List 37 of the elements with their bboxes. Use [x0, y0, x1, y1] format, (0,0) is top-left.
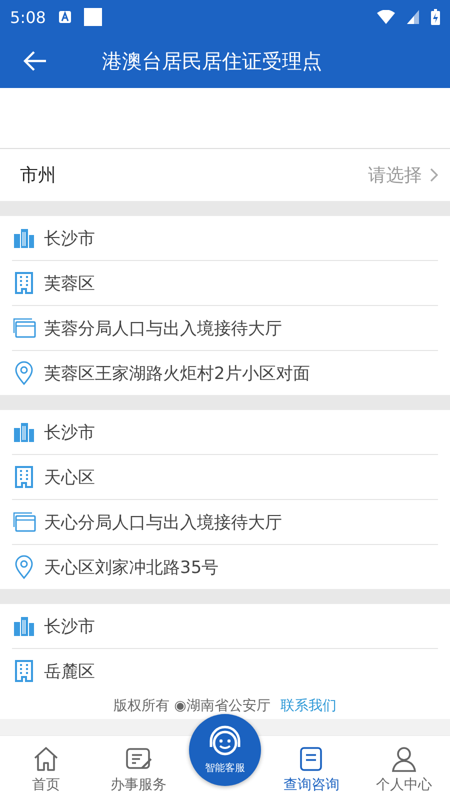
location-info-text: 天心区 [44, 466, 95, 488]
smart-service-button[interactable]: 智能客服 [189, 714, 262, 786]
building-icon [12, 465, 36, 489]
home-icon [32, 745, 60, 773]
location-info-text: 芙蓉区 [44, 272, 95, 294]
page-title: 港澳台居民居住证受理点 [102, 48, 322, 74]
nav-tab[interactable]: 个人中心 [358, 736, 450, 800]
battery-icon [431, 9, 440, 25]
location-info-text: 长沙市 [44, 422, 95, 444]
window-icon [12, 316, 36, 340]
location-info-text: 长沙市 [44, 228, 95, 250]
copyright-text: 版权所有 ◉湖南省公安厅 [114, 697, 270, 715]
notification-icon [58, 10, 72, 24]
building-icon [12, 659, 36, 683]
nav-tab[interactable]: 查询咨询 [265, 736, 358, 800]
square-icon [84, 8, 102, 26]
location-info-text: 岳麓区 [44, 660, 95, 682]
chevron-right-icon [430, 168, 438, 182]
filter-label: 市州 [20, 164, 57, 187]
buildings-icon [12, 226, 36, 250]
location-info-text: 天心分局人口与出入境接待大厅 [44, 512, 282, 534]
location-info-text: 天心区刘家冲北路35号 [44, 556, 219, 578]
building-icon [12, 271, 36, 295]
user-icon [390, 745, 418, 773]
location-info-text: 芙蓉分局人口与出入境接待大厅 [44, 318, 282, 340]
nav-tab[interactable]: 首页 [0, 736, 92, 800]
contact-link[interactable]: 联系我们 [280, 697, 336, 715]
buildings-icon [12, 614, 36, 638]
location-info-text: 长沙市 [44, 616, 95, 638]
wifi-icon [377, 10, 395, 24]
window-icon [12, 510, 36, 534]
location-info-text: 芙蓉区王家湖路火炬村2片小区对面 [44, 362, 310, 384]
nav-tab[interactable]: 办事服务 [92, 736, 185, 800]
signal-icon [407, 10, 419, 24]
back-arrow-icon [22, 50, 48, 72]
status-time: 5:08 [10, 8, 46, 26]
buildings-icon [12, 420, 36, 444]
